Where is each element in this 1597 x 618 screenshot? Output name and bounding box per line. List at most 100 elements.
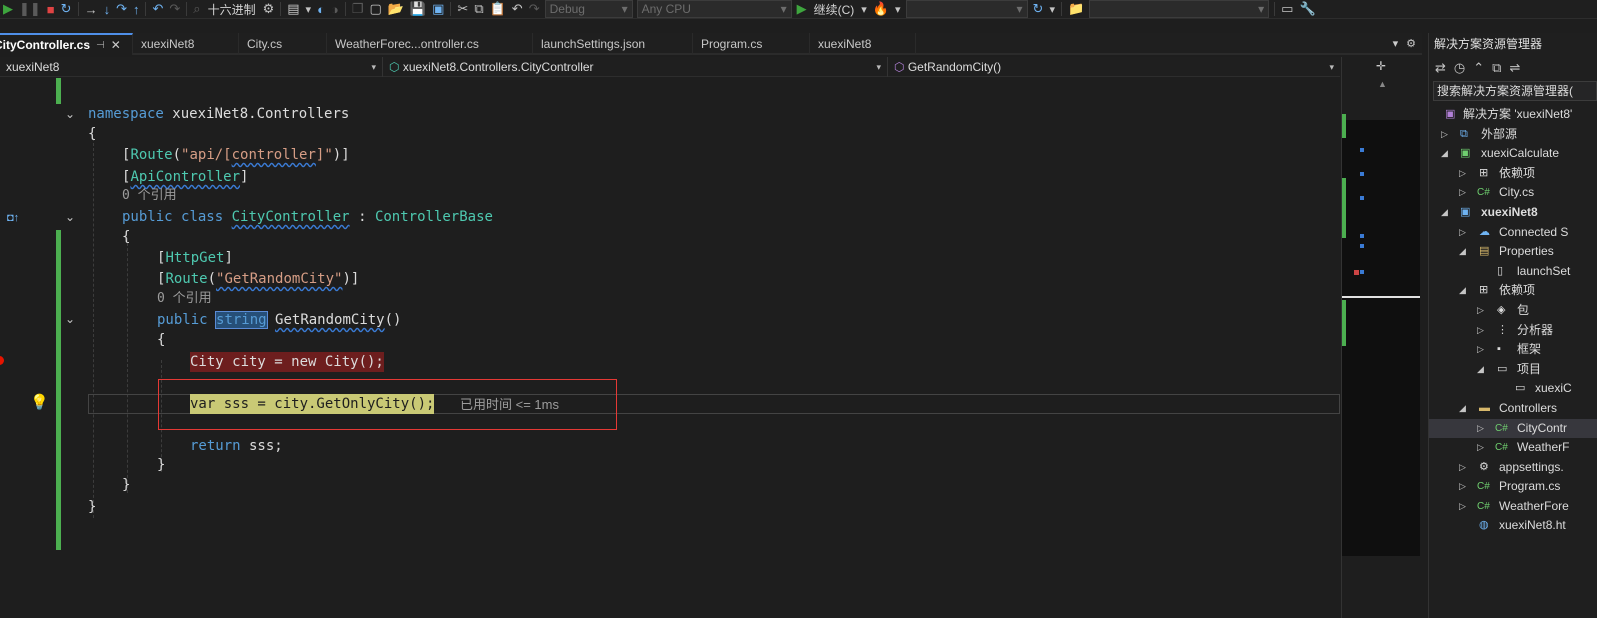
- navigate-back-icon[interactable]: ◐: [314, 0, 328, 19]
- tab-dropdown-icon[interactable]: ▾: [1393, 37, 1399, 50]
- tab-citycontroller[interactable]: CityController.cs ⊣ ✕: [0, 33, 133, 55]
- tree-item-program[interactable]: ▷ C# Program.cs: [1429, 477, 1597, 497]
- tree-item-dependencies-2[interactable]: ◢ ⊞ 依赖项: [1429, 281, 1597, 301]
- collapse-icon[interactable]: ◢: [1441, 203, 1448, 223]
- tools-icon[interactable]: 🔧: [1296, 0, 1318, 19]
- expand-icon[interactable]: ▷: [1477, 438, 1484, 458]
- save-all-icon[interactable]: ▣: [429, 0, 447, 19]
- continue-small-icon[interactable]: ▶: [0, 0, 16, 19]
- expand-icon[interactable]: ▷: [1477, 340, 1484, 360]
- tree-item-packages[interactable]: ▷ ◈ 包: [1429, 301, 1597, 321]
- pause-icon[interactable]: ❚❚: [16, 0, 44, 19]
- gear-icon[interactable]: ⚙: [1406, 37, 1416, 50]
- new-item-icon[interactable]: ▢: [366, 0, 384, 19]
- tree-item-analyzers[interactable]: ▷ ⋮ 分析器: [1429, 321, 1597, 341]
- tree-item-project-calculate[interactable]: ◢ ▣ xuexiCalculate: [1429, 144, 1597, 164]
- expand-icon[interactable]: ▷: [1477, 321, 1484, 341]
- exception-settings-icon[interactable]: ⚙: [260, 0, 278, 19]
- switch-views-icon[interactable]: ⇄: [1435, 60, 1446, 76]
- chevron-down-icon[interactable]: ▾: [858, 0, 870, 19]
- expand-icon[interactable]: ▷: [1459, 458, 1466, 478]
- step-into-icon[interactable]: ↓: [101, 0, 114, 19]
- tree-item-project-xuexinet8[interactable]: ◢ ▣ xuexiNet8: [1429, 203, 1597, 223]
- hot-reload-icon[interactable]: 🔥: [870, 0, 892, 19]
- tab-city[interactable]: City.cs: [239, 33, 327, 55]
- expand-icon[interactable]: ▷: [1477, 301, 1484, 321]
- window-layout-icon[interactable]: ▤: [284, 0, 302, 19]
- tree-item-http-file[interactable]: ◍ xuexiNet8.ht: [1429, 516, 1597, 536]
- copy-view-icon[interactable]: ⧉: [1492, 60, 1501, 76]
- collapse-icon[interactable]: ◢: [1459, 399, 1466, 419]
- chevron-down-icon[interactable]: ▾: [1046, 0, 1058, 19]
- expand-icon[interactable]: ▷: [1459, 477, 1466, 497]
- window-icon[interactable]: ▭: [1278, 0, 1296, 19]
- step-out-icon[interactable]: ↑: [130, 0, 143, 19]
- project-dropdown[interactable]: xuexiNet8 ▾: [0, 57, 383, 77]
- tree-item-weathercontroller[interactable]: ▷ C# WeatherF: [1429, 438, 1597, 458]
- collapse-chevron-icon[interactable]: ⌄: [64, 210, 76, 224]
- tree-item-city-cs[interactable]: ▷ C# City.cs: [1429, 183, 1597, 203]
- tab-xuexinet8[interactable]: xuexiNet8: [133, 33, 239, 55]
- collapse-icon[interactable]: ◢: [1459, 242, 1466, 262]
- codelens-references[interactable]: 0 个引用: [122, 186, 177, 206]
- open-folder-icon[interactable]: 📂: [385, 0, 407, 19]
- solution-folder-icon[interactable]: 📁: [1065, 0, 1087, 19]
- show-next-statement-icon[interactable]: →: [82, 0, 101, 19]
- configuration-select[interactable]: Debug ▾: [544, 0, 633, 18]
- tree-item-citycontroller[interactable]: ▷ C# CityContr: [1429, 418, 1597, 439]
- collapse-icon[interactable]: ◢: [1477, 360, 1484, 380]
- dropdown-arrow-icon[interactable]: ▾: [303, 0, 315, 19]
- sync-icon[interactable]: ⇌: [1509, 60, 1520, 76]
- expand-icon[interactable]: ▷: [1459, 497, 1466, 517]
- redo-icon[interactable]: ↷: [166, 0, 183, 19]
- expand-icon[interactable]: ▷: [1459, 164, 1466, 184]
- member-dropdown[interactable]: ⬡ GetRandomCity() ▾: [888, 57, 1340, 77]
- pin-icon[interactable]: ⊣: [96, 40, 105, 51]
- tree-item-frameworks[interactable]: ▷ ▪ 框架: [1429, 340, 1597, 360]
- tab-launchsettings[interactable]: launchSettings.json: [533, 33, 693, 55]
- collapse-icon[interactable]: ◢: [1441, 144, 1448, 164]
- tree-item-weatherforecast[interactable]: ▷ C# WeatherFore: [1429, 497, 1597, 517]
- cut-icon[interactable]: ✂: [454, 0, 471, 19]
- implementation-icon[interactable]: ◘↑: [7, 212, 19, 224]
- undo-icon[interactable]: ↶: [149, 0, 166, 19]
- find-icon[interactable]: ⌕: [190, 0, 203, 19]
- collapse-all-icon[interactable]: ⌃: [1473, 60, 1484, 76]
- tab-xuexinet8-2[interactable]: xuexiNet8: [810, 33, 916, 55]
- lightbulb-icon[interactable]: 💡: [30, 393, 49, 411]
- code-editor[interactable]: ⌄ ⌄ ⌄ ◘↑ 💡 namespace xuexiNet8.Controlle…: [0, 78, 1340, 618]
- tree-item-launchsettings[interactable]: ▯ launchSet: [1429, 262, 1597, 282]
- expand-icon[interactable]: ▷: [1459, 223, 1466, 243]
- stop-icon[interactable]: ■: [44, 0, 58, 19]
- chevron-down-icon[interactable]: ▾: [892, 0, 904, 19]
- collapse-chevron-icon[interactable]: ⌄: [64, 107, 76, 121]
- copy-icon[interactable]: ⧉: [471, 0, 486, 19]
- expand-icon[interactable]: ▷: [1459, 183, 1466, 203]
- tree-item-controllers[interactable]: ◢ ▬ Controllers: [1429, 399, 1597, 419]
- collapse-icon[interactable]: ◢: [1459, 281, 1466, 301]
- startup-item-select[interactable]: ▾: [905, 0, 1028, 18]
- close-icon[interactable]: ✕: [111, 38, 121, 52]
- hex-display-button[interactable]: 十六进制: [204, 1, 260, 18]
- undo-main-icon[interactable]: ↶: [509, 0, 526, 19]
- tree-item-project-ref[interactable]: ▭ xuexiC: [1429, 379, 1597, 399]
- paste-icon[interactable]: 📋: [487, 0, 509, 19]
- history-icon[interactable]: ◷: [1454, 60, 1465, 76]
- search-combo[interactable]: ▾: [1089, 0, 1270, 18]
- save-icon[interactable]: 💾: [407, 0, 429, 19]
- tree-item-properties[interactable]: ◢ ▤ Properties: [1429, 242, 1597, 262]
- scroll-up-icon[interactable]: ▲: [1378, 79, 1387, 89]
- redo-main-icon[interactable]: ↷: [526, 0, 543, 19]
- solution-configurations-icon[interactable]: ❐: [349, 0, 367, 19]
- tree-item-projects[interactable]: ◢ ▭ 项目: [1429, 360, 1597, 380]
- breakpoint-icon[interactable]: [0, 356, 4, 365]
- tree-item-dependencies[interactable]: ▷ ⊞ 依赖项: [1429, 164, 1597, 184]
- expand-icon[interactable]: ▷: [1441, 125, 1448, 145]
- tree-item-external[interactable]: ▷ ⧉ 外部源: [1429, 125, 1597, 145]
- navigate-forward-icon[interactable]: ◑: [328, 0, 342, 19]
- tree-item-appsettings[interactable]: ▷ ⚙ appsettings.: [1429, 458, 1597, 478]
- tab-program[interactable]: Program.cs: [693, 33, 810, 55]
- tab-weatherforecast[interactable]: WeatherForec...ontroller.cs: [327, 33, 533, 55]
- restart-icon[interactable]: ↻: [58, 0, 75, 19]
- solution-search-input[interactable]: 搜索解决方案资源管理器(: [1433, 81, 1597, 101]
